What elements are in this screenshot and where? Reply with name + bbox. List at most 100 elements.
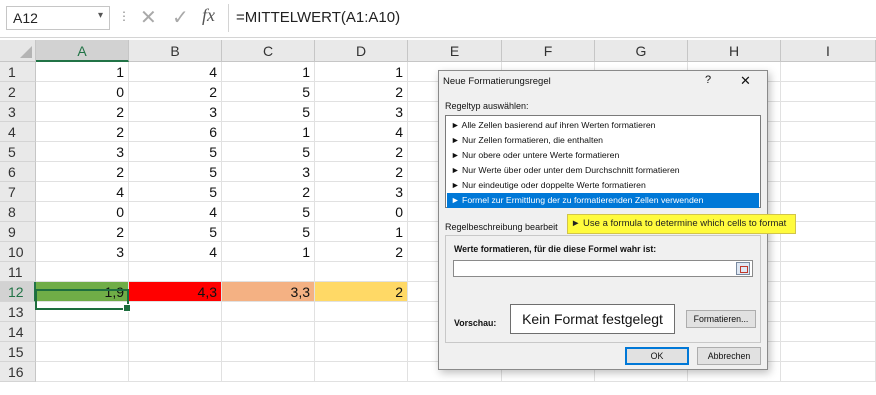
cell-b7[interactable]: 5 bbox=[129, 182, 222, 202]
cell-d13[interactable] bbox=[315, 302, 408, 322]
cell-i15[interactable] bbox=[781, 342, 876, 362]
row-header[interactable]: 15 bbox=[0, 342, 36, 362]
cell-c6[interactable]: 3 bbox=[222, 162, 315, 182]
cell-c14[interactable] bbox=[222, 322, 315, 342]
row-header[interactable]: 7 bbox=[0, 182, 36, 202]
format-button[interactable]: Formatieren... bbox=[686, 310, 756, 328]
cell-a5[interactable]: 3 bbox=[36, 142, 129, 162]
cell-i2[interactable] bbox=[781, 82, 876, 102]
cell-c10[interactable]: 1 bbox=[222, 242, 315, 262]
cell-c8[interactable]: 5 bbox=[222, 202, 315, 222]
column-header-c[interactable]: C bbox=[222, 40, 315, 62]
cell-b5[interactable]: 5 bbox=[129, 142, 222, 162]
row-header[interactable]: 10 bbox=[0, 242, 36, 262]
insert-function-icon[interactable]: fx bbox=[202, 5, 215, 26]
cell-d12[interactable]: 2 bbox=[315, 282, 408, 302]
cell-c4[interactable]: 1 bbox=[222, 122, 315, 142]
cell-c11[interactable] bbox=[222, 262, 315, 282]
cell-b2[interactable]: 2 bbox=[129, 82, 222, 102]
cell-b14[interactable] bbox=[129, 322, 222, 342]
cell-b1[interactable]: 4 bbox=[129, 62, 222, 82]
cell-a1[interactable]: 1 bbox=[36, 62, 129, 82]
cell-a6[interactable]: 2 bbox=[36, 162, 129, 182]
cell-a12[interactable]: 1,9 bbox=[36, 282, 129, 302]
rule-type-item[interactable]: ► Nur Zellen formatieren, die enthalten bbox=[447, 133, 759, 148]
rule-type-list[interactable]: ► Alle Zellen basierend auf ihren Werten… bbox=[445, 115, 761, 208]
rule-type-item[interactable]: ► Nur Werte über oder unter dem Durchsch… bbox=[447, 163, 759, 178]
cell-a4[interactable]: 2 bbox=[36, 122, 129, 142]
row-header[interactable]: 1 bbox=[0, 62, 36, 82]
help-icon[interactable]: ? bbox=[705, 74, 711, 86]
cell-d10[interactable]: 2 bbox=[315, 242, 408, 262]
cell-c9[interactable]: 5 bbox=[222, 222, 315, 242]
cell-d11[interactable] bbox=[315, 262, 408, 282]
cell-i14[interactable] bbox=[781, 322, 876, 342]
range-select-icon[interactable] bbox=[736, 262, 750, 275]
cell-b4[interactable]: 6 bbox=[129, 122, 222, 142]
cell-d9[interactable]: 1 bbox=[315, 222, 408, 242]
column-header-a[interactable]: A bbox=[36, 40, 129, 62]
cell-d15[interactable] bbox=[315, 342, 408, 362]
rule-formula-input[interactable] bbox=[453, 260, 753, 277]
formula-input[interactable]: =MITTELWERT(A1:A10) bbox=[236, 9, 400, 26]
cell-i3[interactable] bbox=[781, 102, 876, 122]
cell-a10[interactable]: 3 bbox=[36, 242, 129, 262]
column-header-g[interactable]: G bbox=[595, 40, 688, 62]
row-header[interactable]: 13 bbox=[0, 302, 36, 322]
row-header[interactable]: 8 bbox=[0, 202, 36, 222]
cancel-button[interactable]: Abbrechen bbox=[697, 347, 761, 365]
cell-b10[interactable]: 4 bbox=[129, 242, 222, 262]
cell-a8[interactable]: 0 bbox=[36, 202, 129, 222]
cell-c7[interactable]: 2 bbox=[222, 182, 315, 202]
cell-c12[interactable]: 3,3 bbox=[222, 282, 315, 302]
cell-d2[interactable]: 2 bbox=[315, 82, 408, 102]
cell-i16[interactable] bbox=[781, 362, 876, 382]
cell-i11[interactable] bbox=[781, 262, 876, 282]
column-header-i[interactable]: I bbox=[781, 40, 876, 62]
cell-c2[interactable]: 5 bbox=[222, 82, 315, 102]
cell-a14[interactable] bbox=[36, 322, 129, 342]
cell-b15[interactable] bbox=[129, 342, 222, 362]
row-header[interactable]: 11 bbox=[0, 262, 36, 282]
column-header-e[interactable]: E bbox=[408, 40, 502, 62]
select-all-corner[interactable] bbox=[0, 40, 36, 62]
row-header[interactable]: 3 bbox=[0, 102, 36, 122]
cell-b16[interactable] bbox=[129, 362, 222, 382]
row-header[interactable]: 5 bbox=[0, 142, 36, 162]
cell-i5[interactable] bbox=[781, 142, 876, 162]
column-header-d[interactable]: D bbox=[315, 40, 408, 62]
cell-b3[interactable]: 3 bbox=[129, 102, 222, 122]
rule-type-item[interactable]: ► Nur obere oder untere Werte formatiere… bbox=[447, 148, 759, 163]
cell-a13[interactable] bbox=[36, 302, 129, 322]
cell-d16[interactable] bbox=[315, 362, 408, 382]
cell-c5[interactable]: 5 bbox=[222, 142, 315, 162]
cell-a11[interactable] bbox=[36, 262, 129, 282]
column-header-h[interactable]: H bbox=[688, 40, 781, 62]
cell-d7[interactable]: 3 bbox=[315, 182, 408, 202]
ok-button[interactable]: OK bbox=[625, 347, 689, 365]
row-header[interactable]: 9 bbox=[0, 222, 36, 242]
cell-d4[interactable]: 4 bbox=[315, 122, 408, 142]
cell-c16[interactable] bbox=[222, 362, 315, 382]
cell-b8[interactable]: 4 bbox=[129, 202, 222, 222]
cell-b6[interactable]: 5 bbox=[129, 162, 222, 182]
rule-type-item-selected[interactable]: ► Formel zur Ermittlung der zu formatier… bbox=[447, 193, 759, 208]
cell-a9[interactable]: 2 bbox=[36, 222, 129, 242]
cell-c3[interactable]: 5 bbox=[222, 102, 315, 122]
cell-i10[interactable] bbox=[781, 242, 876, 262]
row-header[interactable]: 14 bbox=[0, 322, 36, 342]
cell-d1[interactable]: 1 bbox=[315, 62, 408, 82]
row-header[interactable]: 12 bbox=[0, 282, 36, 302]
column-header-b[interactable]: B bbox=[129, 40, 222, 62]
cell-a15[interactable] bbox=[36, 342, 129, 362]
cell-c13[interactable] bbox=[222, 302, 315, 322]
close-icon[interactable]: ✕ bbox=[740, 73, 751, 89]
cell-i4[interactable] bbox=[781, 122, 876, 142]
cell-b12[interactable]: 4,3 bbox=[129, 282, 222, 302]
cell-i1[interactable] bbox=[781, 62, 876, 82]
rule-type-item[interactable]: ► Alle Zellen basierend auf ihren Werten… bbox=[447, 118, 759, 133]
chevron-down-icon[interactable]: ▾ bbox=[98, 10, 103, 21]
cancel-icon[interactable]: ✕ bbox=[140, 5, 157, 30]
enter-icon[interactable]: ✓ bbox=[172, 5, 189, 30]
row-header[interactable]: 4 bbox=[0, 122, 36, 142]
